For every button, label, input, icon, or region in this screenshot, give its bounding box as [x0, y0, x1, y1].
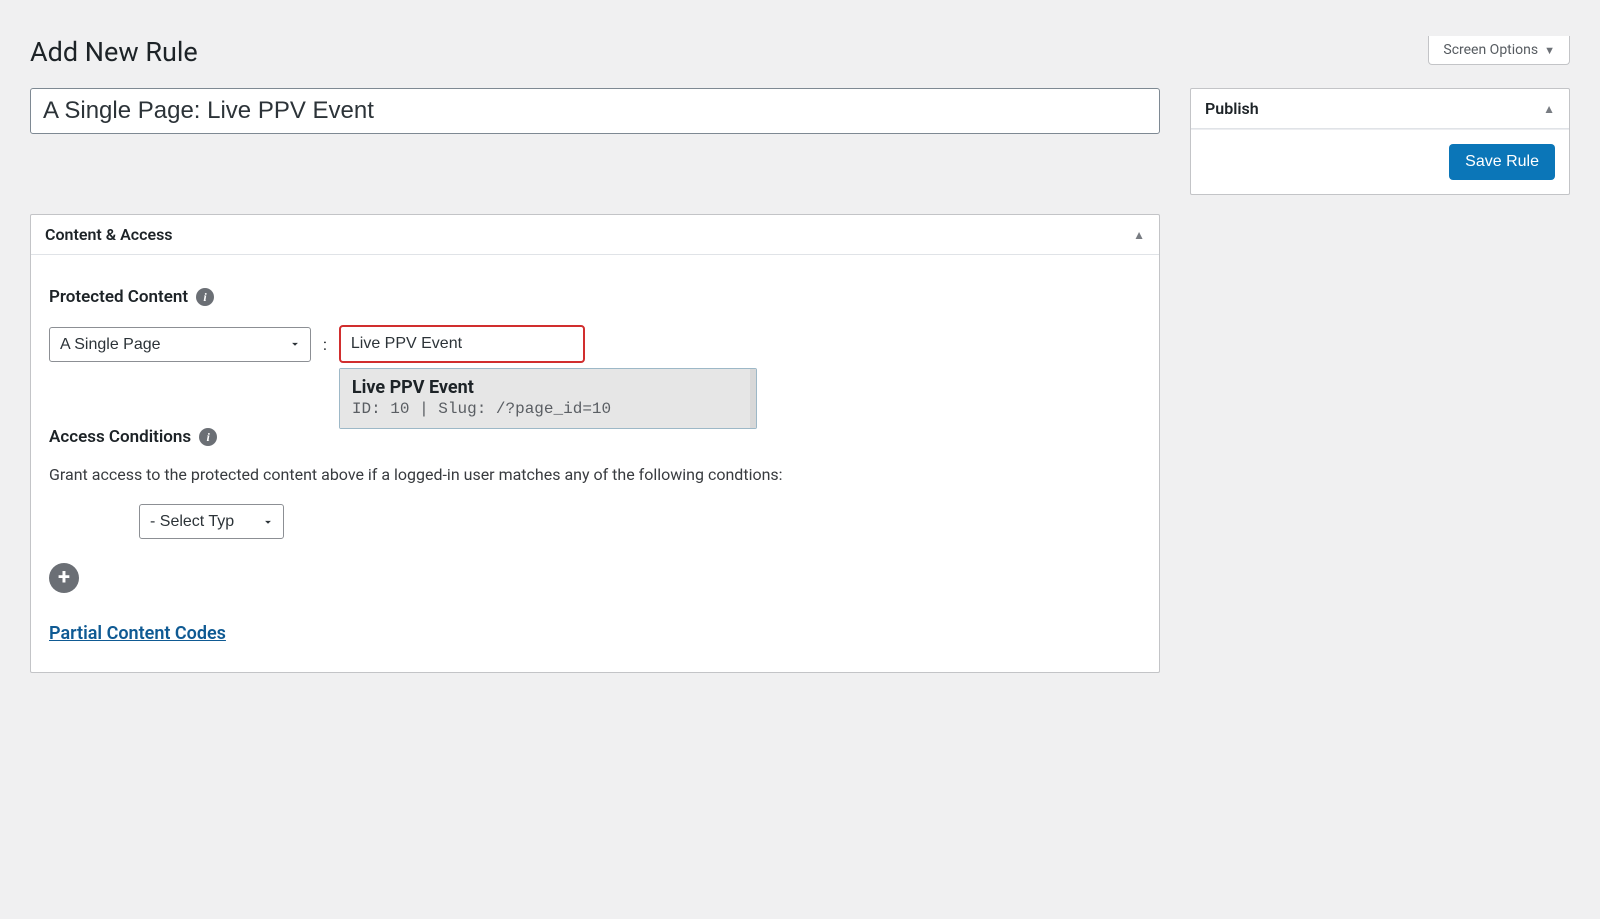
- separator-colon: :: [323, 335, 327, 354]
- protected-content-heading: Protected Content i: [49, 287, 1141, 307]
- autocomplete-item[interactable]: Live PPV Event ID: 10 | Slug: /?page_id=…: [340, 369, 756, 428]
- publish-title: Publish: [1205, 99, 1259, 118]
- info-icon[interactable]: i: [196, 288, 214, 306]
- protected-content-label: Protected Content: [49, 287, 188, 307]
- save-rule-button[interactable]: Save Rule: [1449, 144, 1555, 180]
- condition-type-select[interactable]: - Select Typ: [139, 504, 284, 539]
- autocomplete-item-meta: ID: 10 | Slug: /?page_id=10: [352, 400, 738, 418]
- rule-title-input[interactable]: [30, 88, 1160, 134]
- collapse-up-icon[interactable]: ▲: [1543, 102, 1555, 116]
- chevron-down-icon: ▼: [1544, 44, 1555, 57]
- screen-options-toggle[interactable]: Screen Options ▼: [1428, 36, 1570, 65]
- partial-content-codes-link[interactable]: Partial Content Codes: [49, 623, 226, 644]
- page-title: Add New Rule: [30, 36, 1570, 68]
- page-search-input[interactable]: [339, 325, 585, 363]
- content-access-title: Content & Access: [45, 225, 173, 244]
- access-conditions-description: Grant access to the protected content ab…: [49, 465, 1141, 484]
- access-conditions-heading: Access Conditions i: [49, 427, 1141, 447]
- collapse-up-icon[interactable]: ▲: [1133, 228, 1145, 242]
- content-access-header[interactable]: Content & Access ▲: [31, 215, 1159, 255]
- autocomplete-item-title: Live PPV Event: [352, 377, 738, 398]
- plus-icon: +: [58, 567, 70, 589]
- autocomplete-dropdown: Live PPV Event ID: 10 | Slug: /?page_id=…: [339, 368, 757, 429]
- screen-options-label: Screen Options: [1443, 42, 1538, 58]
- access-conditions-label: Access Conditions: [49, 427, 191, 447]
- content-type-select[interactable]: A Single Page: [49, 327, 311, 362]
- content-access-box: Content & Access ▲ Protected Content i A…: [30, 214, 1160, 673]
- publish-header[interactable]: Publish ▲: [1191, 89, 1569, 129]
- info-icon[interactable]: i: [199, 428, 217, 446]
- add-condition-button[interactable]: +: [49, 563, 79, 593]
- publish-box: Publish ▲ Save Rule: [1190, 88, 1570, 195]
